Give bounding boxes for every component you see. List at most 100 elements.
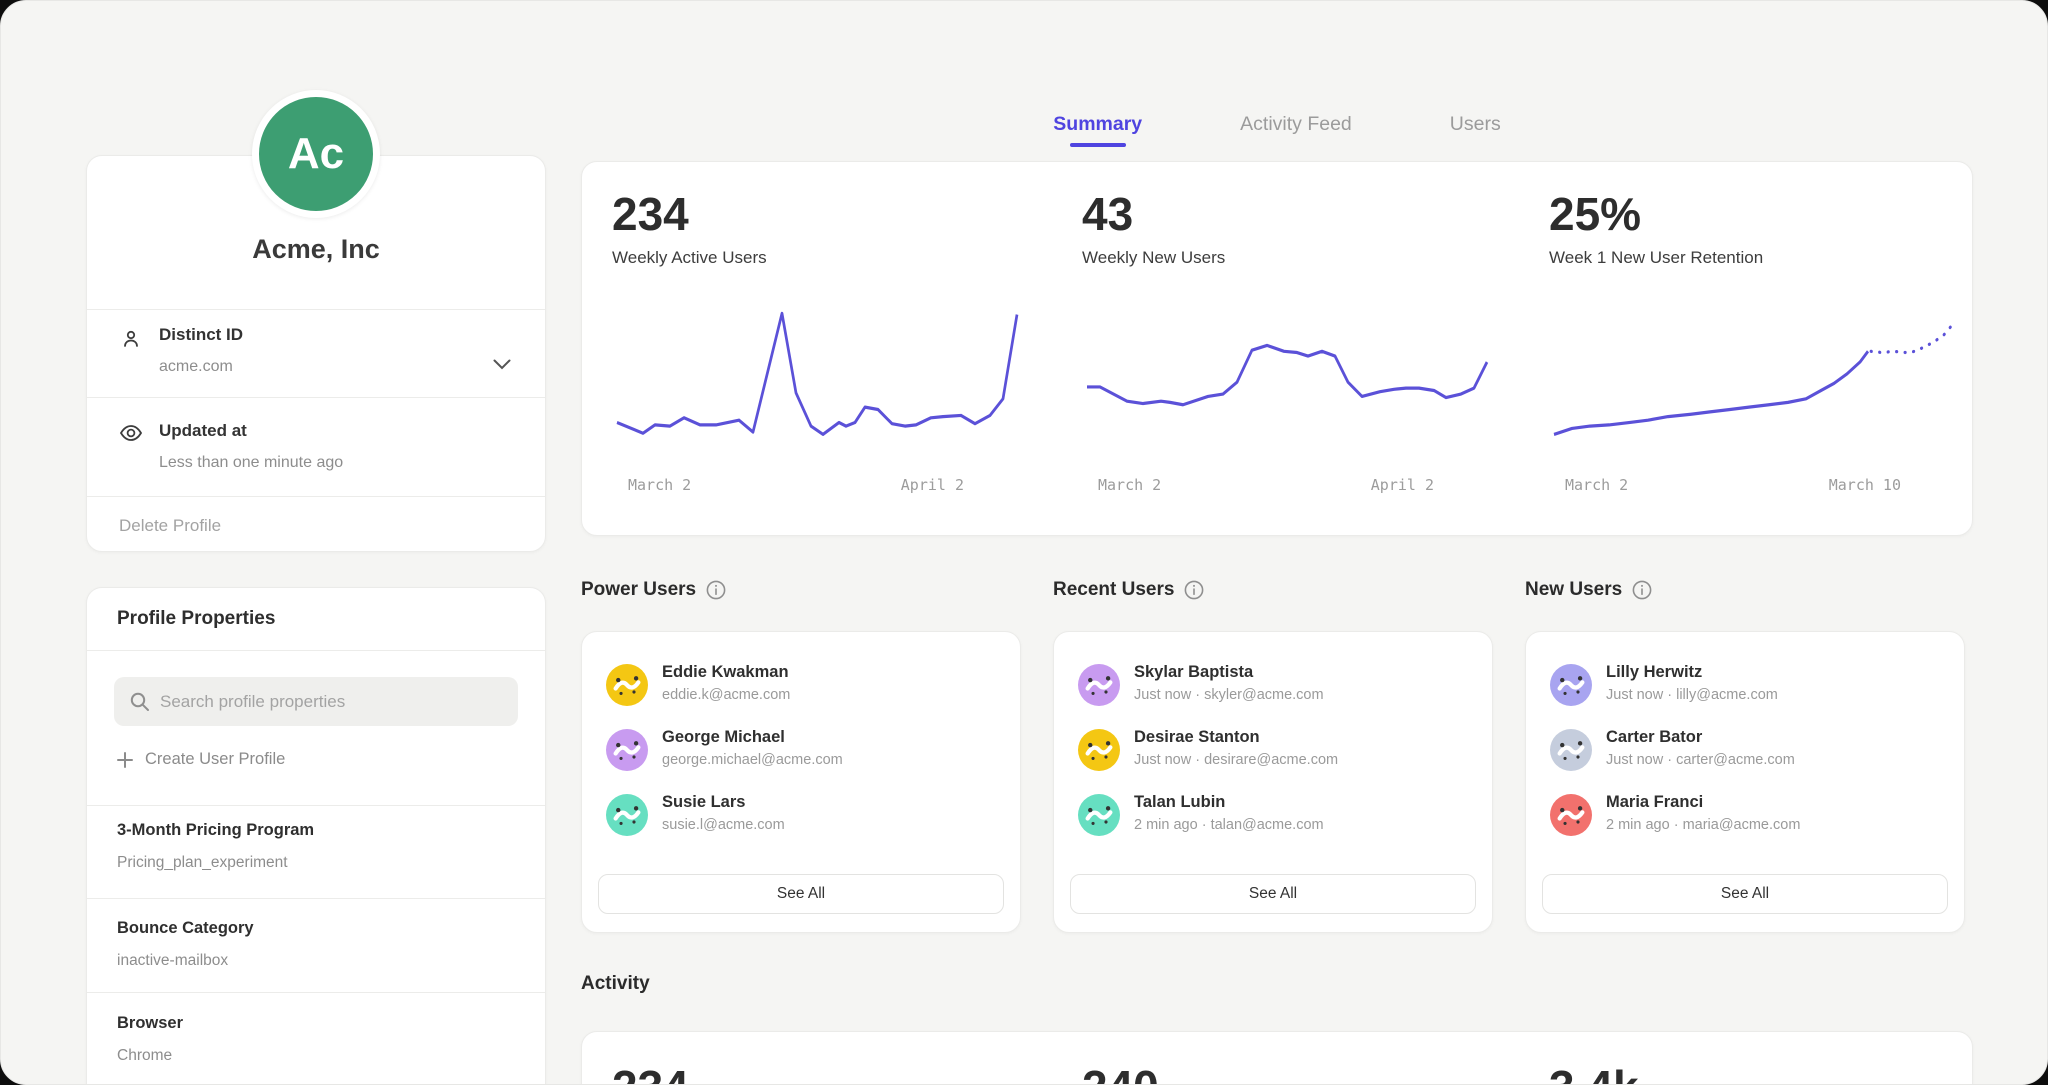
axis-tick: April 2: [901, 476, 964, 494]
user-name: Desirae Stanton: [1134, 728, 1260, 747]
user-detail: Just now · skyler@acme.com: [1134, 687, 1324, 703]
x-axis-labels: March 2 April 2: [1082, 476, 1492, 494]
info-icon[interactable]: [706, 580, 726, 600]
stat-week1-retention: 25% Week 1 New User Retention: [1549, 190, 1959, 268]
summary-stats-card: 234 Weekly Active Users 43 Weekly New Us…: [581, 161, 1973, 536]
user-name: Talan Lubin: [1134, 793, 1225, 812]
delete-profile-button[interactable]: Delete Profile: [119, 516, 221, 536]
info-icon[interactable]: [1632, 580, 1652, 600]
user-profile-dashboard: Ac Acme, Inc Distinct ID acme.com Update…: [0, 0, 2048, 1085]
user-list-item[interactable]: Carter Bator Just now · carter@acme.com: [1550, 727, 1940, 785]
info-icon[interactable]: [1184, 580, 1204, 600]
face-illustration: [606, 729, 648, 771]
face-illustration: [606, 794, 648, 836]
stat-value: 25%: [1549, 190, 1959, 238]
user-detail: 2 min ago · maria@acme.com: [1606, 817, 1800, 833]
property-value: Pricing_plan_experiment: [117, 854, 288, 872]
tab-bar: Summary Activity Feed Users: [581, 113, 1973, 155]
user-detail: Just now · carter@acme.com: [1606, 752, 1795, 768]
activity-section-title: Activity: [581, 973, 650, 995]
activity-card: 234 240 3.4k: [581, 1031, 1973, 1085]
user-avatar: [1078, 664, 1120, 706]
axis-tick: April 2: [1371, 476, 1434, 494]
recent-users-header: Recent Users: [1053, 579, 1204, 601]
user-name: George Michael: [662, 728, 785, 747]
property-name: Browser: [117, 1014, 183, 1033]
x-axis-labels: March 2 April 2: [612, 476, 1022, 494]
person-icon: [119, 327, 143, 351]
x-axis-labels: March 2 March 10: [1549, 476, 1959, 494]
eye-icon: [119, 421, 143, 445]
search-input[interactable]: [114, 677, 518, 726]
stat-weekly-new-users: 43 Weekly New Users: [1082, 190, 1492, 268]
property-name: 3-Month Pricing Program: [117, 821, 314, 840]
create-user-profile-button[interactable]: Create User Profile: [117, 750, 285, 769]
avatar: Ac: [252, 90, 380, 218]
activity-stat-value: 234: [612, 1060, 689, 1085]
property-value: inactive-mailbox: [117, 952, 228, 970]
user-detail: george.michael@acme.com: [662, 752, 843, 768]
face-illustration: [1078, 664, 1120, 706]
property-name: Bounce Category: [117, 919, 254, 938]
user-list-item[interactable]: Lilly Herwitz Just now · lilly@acme.com: [1550, 662, 1940, 720]
user-list-item[interactable]: Skylar Baptista Just now · skyler@acme.co…: [1078, 662, 1468, 720]
property-value: Chrome: [117, 1047, 172, 1065]
power-users-header: Power Users: [581, 579, 726, 601]
user-avatar: [1550, 794, 1592, 836]
user-list-item[interactable]: Eddie Kwakmaneddie.k@acme.com: [606, 662, 996, 720]
user-avatar: [1078, 729, 1120, 771]
retention-chart: [1549, 292, 1959, 470]
updated-at-label: Updated at: [159, 421, 247, 441]
user-avatar: [1550, 664, 1592, 706]
stat-value: 234: [612, 190, 1022, 238]
face-illustration: [1078, 729, 1120, 771]
user-avatar: [606, 794, 648, 836]
new-users-card: Lilly Herwitz Just now · lilly@acme.com C…: [1525, 631, 1965, 933]
stat-label: Week 1 New User Retention: [1549, 248, 1959, 268]
divider: [87, 898, 545, 899]
face-illustration: [1550, 794, 1592, 836]
user-list-item[interactable]: Desirae Stanton Just now · desirare@acme.…: [1078, 727, 1468, 785]
user-name: Susie Lars: [662, 793, 745, 812]
stat-weekly-active-users: 234 Weekly Active Users: [612, 190, 1022, 268]
new-users-header: New Users: [1525, 579, 1652, 601]
tab-summary[interactable]: Summary: [1053, 113, 1142, 155]
tab-users[interactable]: Users: [1450, 113, 1501, 155]
face-illustration: [1078, 794, 1120, 836]
axis-tick: March 10: [1829, 476, 1901, 494]
chevron-down-icon[interactable]: [493, 359, 511, 370]
distinct-id-row[interactable]: Distinct ID acme.com: [87, 309, 545, 397]
axis-tick: March 2: [1565, 476, 1628, 494]
create-user-profile-label: Create User Profile: [145, 750, 285, 769]
stat-label: Weekly Active Users: [612, 248, 1022, 268]
axis-tick: March 2: [1098, 476, 1161, 494]
user-list-item[interactable]: Maria Franci2 min ago · maria@acme.com: [1550, 792, 1940, 850]
see-all-button[interactable]: See All: [598, 874, 1004, 914]
activity-stat-value: 240: [1082, 1060, 1159, 1085]
profile-card: Ac Acme, Inc Distinct ID acme.com Update…: [86, 155, 546, 552]
profile-name: Acme, Inc: [87, 234, 545, 265]
recent-users-card: Skylar Baptista Just now · skyler@acme.co…: [1053, 631, 1493, 933]
tab-activity-feed[interactable]: Activity Feed: [1240, 113, 1352, 155]
user-name: Carter Bator: [1606, 728, 1702, 747]
user-list-item[interactable]: Susie Larssusie.l@acme.com: [606, 792, 996, 850]
face-illustration: [606, 664, 648, 706]
see-all-button[interactable]: See All: [1542, 874, 1948, 914]
user-list-item[interactable]: George Michael george.michael@acme.com: [606, 727, 996, 785]
user-list-item[interactable]: Talan Lubin2 min ago · talan@acme.com: [1078, 792, 1468, 850]
user-detail: Just now · desirare@acme.com: [1134, 752, 1338, 768]
see-all-button[interactable]: See All: [1070, 874, 1476, 914]
profile-properties-title: Profile Properties: [117, 608, 275, 630]
user-name: Lilly Herwitz: [1606, 663, 1702, 682]
user-detail: Just now · lilly@acme.com: [1606, 687, 1778, 703]
distinct-id-label: Distinct ID: [159, 325, 243, 345]
face-illustration: [1550, 729, 1592, 771]
section-title: Power Users: [581, 579, 696, 601]
user-avatar: [1550, 729, 1592, 771]
avatar-initials: Ac: [288, 129, 344, 179]
activity-stat-value: 3.4k: [1549, 1060, 1639, 1085]
weekly-active-users-chart: [612, 292, 1022, 470]
user-name: Skylar Baptista: [1134, 663, 1253, 682]
search-profile-properties: [114, 677, 518, 726]
section-title: Recent Users: [1053, 579, 1174, 601]
